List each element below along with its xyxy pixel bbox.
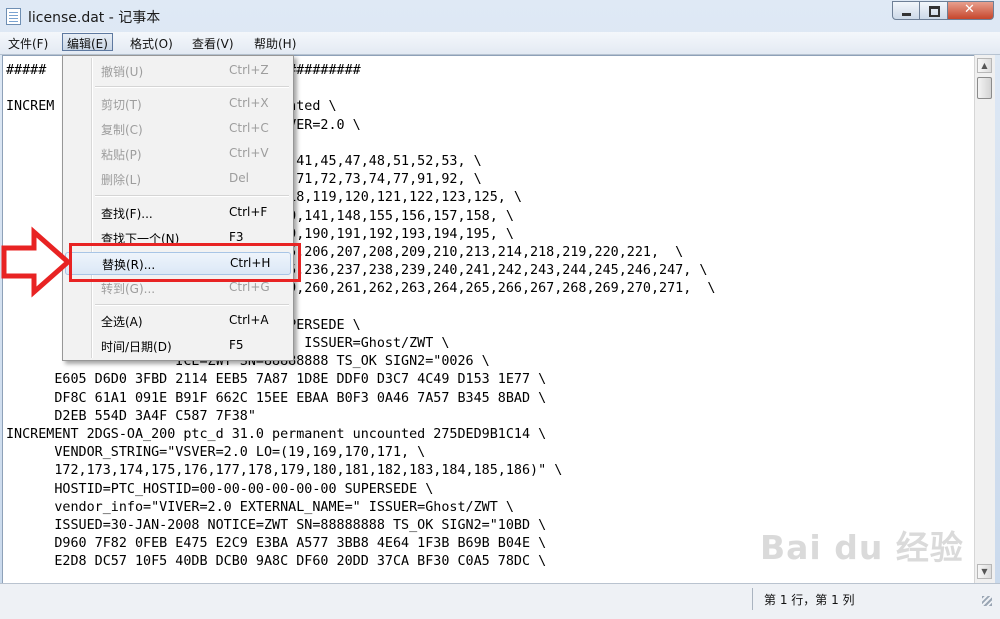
menu-view[interactable]: 查看(V) [192,35,234,52]
menu-item-label: 时间/日期(D) [101,340,172,354]
menu-item-label: 转到(G)... [101,282,156,296]
menu-item-cut[interactable]: 剪切(T) Ctrl+X [65,93,291,116]
menu-item-undo[interactable]: 撤销(U) Ctrl+Z [65,60,291,83]
vertical-scrollbar[interactable]: ▲ ▼ [974,55,995,583]
menu-item-label: 撤销(U) [101,65,144,79]
menu-item-label: 粘贴(P) [101,148,142,162]
menu-item-shortcut: Ctrl+X [229,96,269,110]
menu-item-shortcut: Ctrl+Z [229,63,269,77]
menu-item-select-all[interactable]: 全选(A) Ctrl+A [65,310,291,333]
cursor-position: 第 1 行，第 1 列 [764,593,855,607]
status-divider [752,588,753,610]
notepad-window: license.dat - 记事本 文件(F) 编辑(E) 格式(O) 查看(V… [0,0,1000,619]
close-button[interactable] [948,1,994,20]
menu-edit[interactable]: 编辑(E) [62,33,113,51]
menu-item-time-date[interactable]: 时间/日期(D) F5 [65,335,291,358]
red-arrow-annotation-icon [1,226,72,298]
baidu-watermark: Bai du 经验 [760,528,964,567]
replace-highlight-box [69,243,301,282]
menu-item-shortcut: F3 [229,230,244,244]
menu-format[interactable]: 格式(O) [130,35,173,52]
menu-help[interactable]: 帮助(H) [254,35,296,52]
menu-item-label: 全选(A) [101,315,143,329]
menu-item-shortcut: Ctrl+V [229,146,269,160]
menu-item-label: 复制(C) [101,123,143,137]
menu-item-label: 删除(L) [101,173,142,187]
scroll-down-arrow-icon[interactable]: ▼ [977,564,992,579]
menu-item-shortcut: F5 [229,338,244,352]
scroll-thumb[interactable] [977,77,992,99]
menu-file[interactable]: 文件(F) [8,35,48,52]
resize-grip-icon[interactable] [982,596,992,606]
menu-item-shortcut: Del [229,171,249,185]
scroll-up-arrow-icon[interactable]: ▲ [977,58,992,73]
menu-item-shortcut: Ctrl+F [229,205,268,219]
menu-item-shortcut: Ctrl+C [229,121,269,135]
menu-separator [95,304,289,306]
menu-item-find[interactable]: 查找(F)... Ctrl+F [65,202,291,225]
window-title: license.dat - 记事本 [28,10,161,26]
menu-separator [95,86,289,88]
title-bar[interactable]: license.dat - 记事本 [0,0,1000,32]
menu-item-delete[interactable]: 删除(L) Del [65,168,291,191]
menu-separator [95,195,289,197]
menu-item-label: 剪切(T) [101,98,142,112]
window-controls [892,1,994,20]
status-bar: 第 1 行，第 1 列 [0,583,1000,619]
menu-item-label: 查找(F)... [101,207,153,221]
minimize-button[interactable] [892,1,920,20]
menu-item-shortcut: Ctrl+A [229,313,269,327]
menu-bar: 文件(F) 编辑(E) 格式(O) 查看(V) 帮助(H) [0,32,1000,55]
edit-menu-dropdown: 撤销(U) Ctrl+Z 剪切(T) Ctrl+X 复制(C) Ctrl+C 粘… [62,55,294,361]
notepad-app-icon[interactable] [6,8,21,25]
menu-item-paste[interactable]: 粘贴(P) Ctrl+V [65,143,291,166]
maximize-button[interactable] [920,1,948,20]
menu-item-shortcut: Ctrl+G [229,280,270,294]
menu-item-copy[interactable]: 复制(C) Ctrl+C [65,118,291,141]
